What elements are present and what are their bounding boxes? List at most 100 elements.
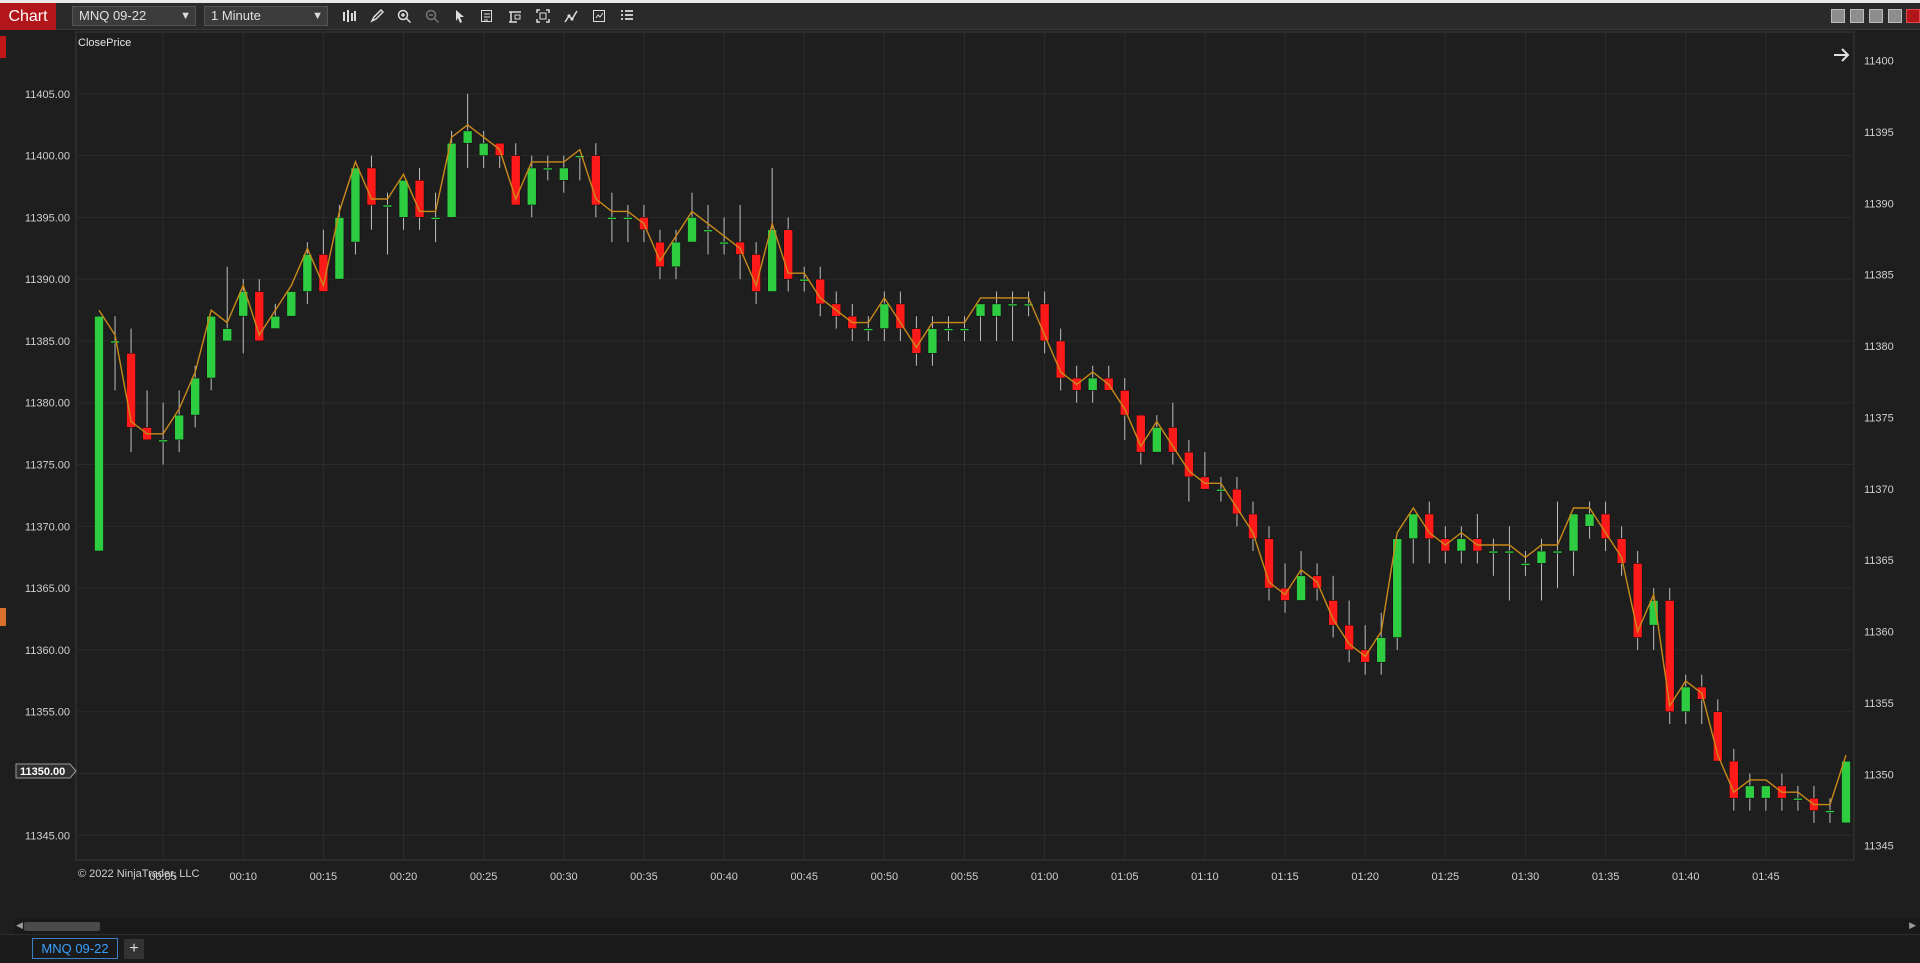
window-tile-icon[interactable] [1831,9,1845,23]
time-axis-tick: 01:15 [1271,871,1299,883]
instrument-label: MNQ 09-22 [79,8,147,23]
candle-body [1007,303,1018,307]
instrument-selector[interactable]: MNQ 09-22 ▼ [72,6,196,26]
scrollbar-thumb[interactable] [24,922,100,931]
time-axis-tick: 01:20 [1351,871,1379,883]
candle-body [478,142,489,156]
chart-window-title[interactable]: Chart [0,3,56,30]
candle-body [943,328,954,331]
scroll-left-icon[interactable]: ◀ [16,920,23,931]
time-axis-tick: 01:25 [1432,871,1460,883]
left-axis-tick: 11370.00 [25,521,70,533]
candle-body [767,229,777,292]
interval-selector[interactable]: 1 Minute ▼ [204,6,328,26]
candle-body [1504,550,1515,554]
bottom-tab-bar: MNQ 09-22 + [0,934,1920,963]
left-axis-tick: 11365.00 [25,583,70,595]
alerts-icon[interactable] [588,6,610,26]
time-axis-tick: 01:35 [1592,871,1620,883]
candle-body [1841,760,1851,824]
tab-instrument[interactable]: MNQ 09-22 [32,938,118,959]
chevron-down-icon: ▼ [312,10,323,22]
link-indicator[interactable] [0,36,6,58]
right-axis-tick: 11390 [1864,198,1894,210]
right-axis-tick: 11395 [1864,127,1894,139]
candle-body [1456,538,1467,552]
indicator-label: ClosePrice [78,37,131,49]
candle-body [671,241,681,268]
properties-icon[interactable] [504,6,526,26]
horizontal-scrollbar[interactable]: ◀ ▶ [14,918,1920,934]
candle-body [270,315,281,329]
data-box-icon[interactable] [476,6,498,26]
right-axis-tick: 11370 [1864,484,1894,496]
time-axis: 00:05 00:10 00:15 00:20 00:25 00:30 00:35 00:40… [149,871,1779,883]
candle-body [1168,427,1178,453]
price-marker-left: 11350.00 [15,763,77,779]
right-axis-tick: 11345 [1864,841,1894,853]
left-axis-tick: 11355.00 [25,707,70,719]
close-button[interactable] [1906,9,1920,23]
left-axis-tick: 11390.00 [25,274,70,286]
candle-body [1296,575,1306,601]
pointer-icon[interactable] [449,6,471,26]
minimize-button[interactable] [1869,9,1883,23]
candle-body [1632,563,1643,638]
time-axis-tick: 00:45 [790,871,818,883]
candle-body [158,439,168,443]
left-axis-tick: 11375.00 [25,460,70,472]
zoom-in-icon[interactable] [393,6,415,26]
left-axis-tick: 11385.00 [25,336,70,348]
right-axis-tick: 11385 [1864,270,1894,282]
candle-body [542,167,553,171]
candle-body [719,241,729,245]
time-axis-tick: 00:30 [550,871,578,883]
candle-body [879,303,890,329]
candle-body [1568,513,1579,552]
candle-body [1488,550,1499,554]
candle-body [558,167,569,181]
candle-body [1087,377,1098,391]
scroll-right-icon[interactable]: ▶ [1909,920,1916,931]
maximize-button[interactable] [1888,9,1902,23]
left-axis-tick: 11380.00 [25,398,70,410]
candle-body [462,130,473,144]
candle-body [94,315,104,552]
candle-body [991,303,1002,317]
pencil-icon[interactable] [366,6,388,26]
candle-body [1825,810,1835,813]
candle-body [1119,390,1130,416]
candle-body [1216,488,1226,492]
candle-body [799,278,810,282]
candle-body [1376,637,1387,663]
candle-body [190,377,200,416]
price-chart[interactable]: 11405.00 11400.00 11395.00 11390.00 11385.00… [14,30,1920,918]
strategies-icon[interactable] [560,6,582,26]
right-axis-tick: 11380 [1864,341,1894,353]
candle-body [1408,513,1419,539]
left-axis-tick: 11405.00 [25,89,70,101]
candle-body [1793,797,1803,801]
time-axis-tick: 01:40 [1672,871,1700,883]
left-axis-tick: 11360.00 [25,645,70,657]
window-tile-icon[interactable] [1850,9,1864,23]
time-axis-tick: 00:55 [951,871,979,883]
current-price-label: 11350.00 [20,766,65,778]
list-icon[interactable] [616,6,638,26]
time-axis-tick: 01:30 [1512,871,1540,883]
candle-body [126,353,136,428]
left-edge-strip [0,30,15,920]
title-bar: Chart MNQ 09-22 ▼ 1 Minute ▼ [0,0,1920,30]
candle-body [703,229,713,233]
add-tab-button[interactable]: + [124,939,144,959]
candle-body [1664,600,1675,713]
left-axis-tick: 11395.00 [25,212,70,224]
screenshot-icon[interactable] [532,6,554,26]
candle-body [687,217,697,243]
candle-body [110,340,120,344]
candle-body [350,167,361,243]
zoom-out-icon[interactable] [421,6,443,26]
candle-body [1536,550,1547,564]
bar-type-icon[interactable] [338,6,360,26]
candle-body [398,179,409,218]
